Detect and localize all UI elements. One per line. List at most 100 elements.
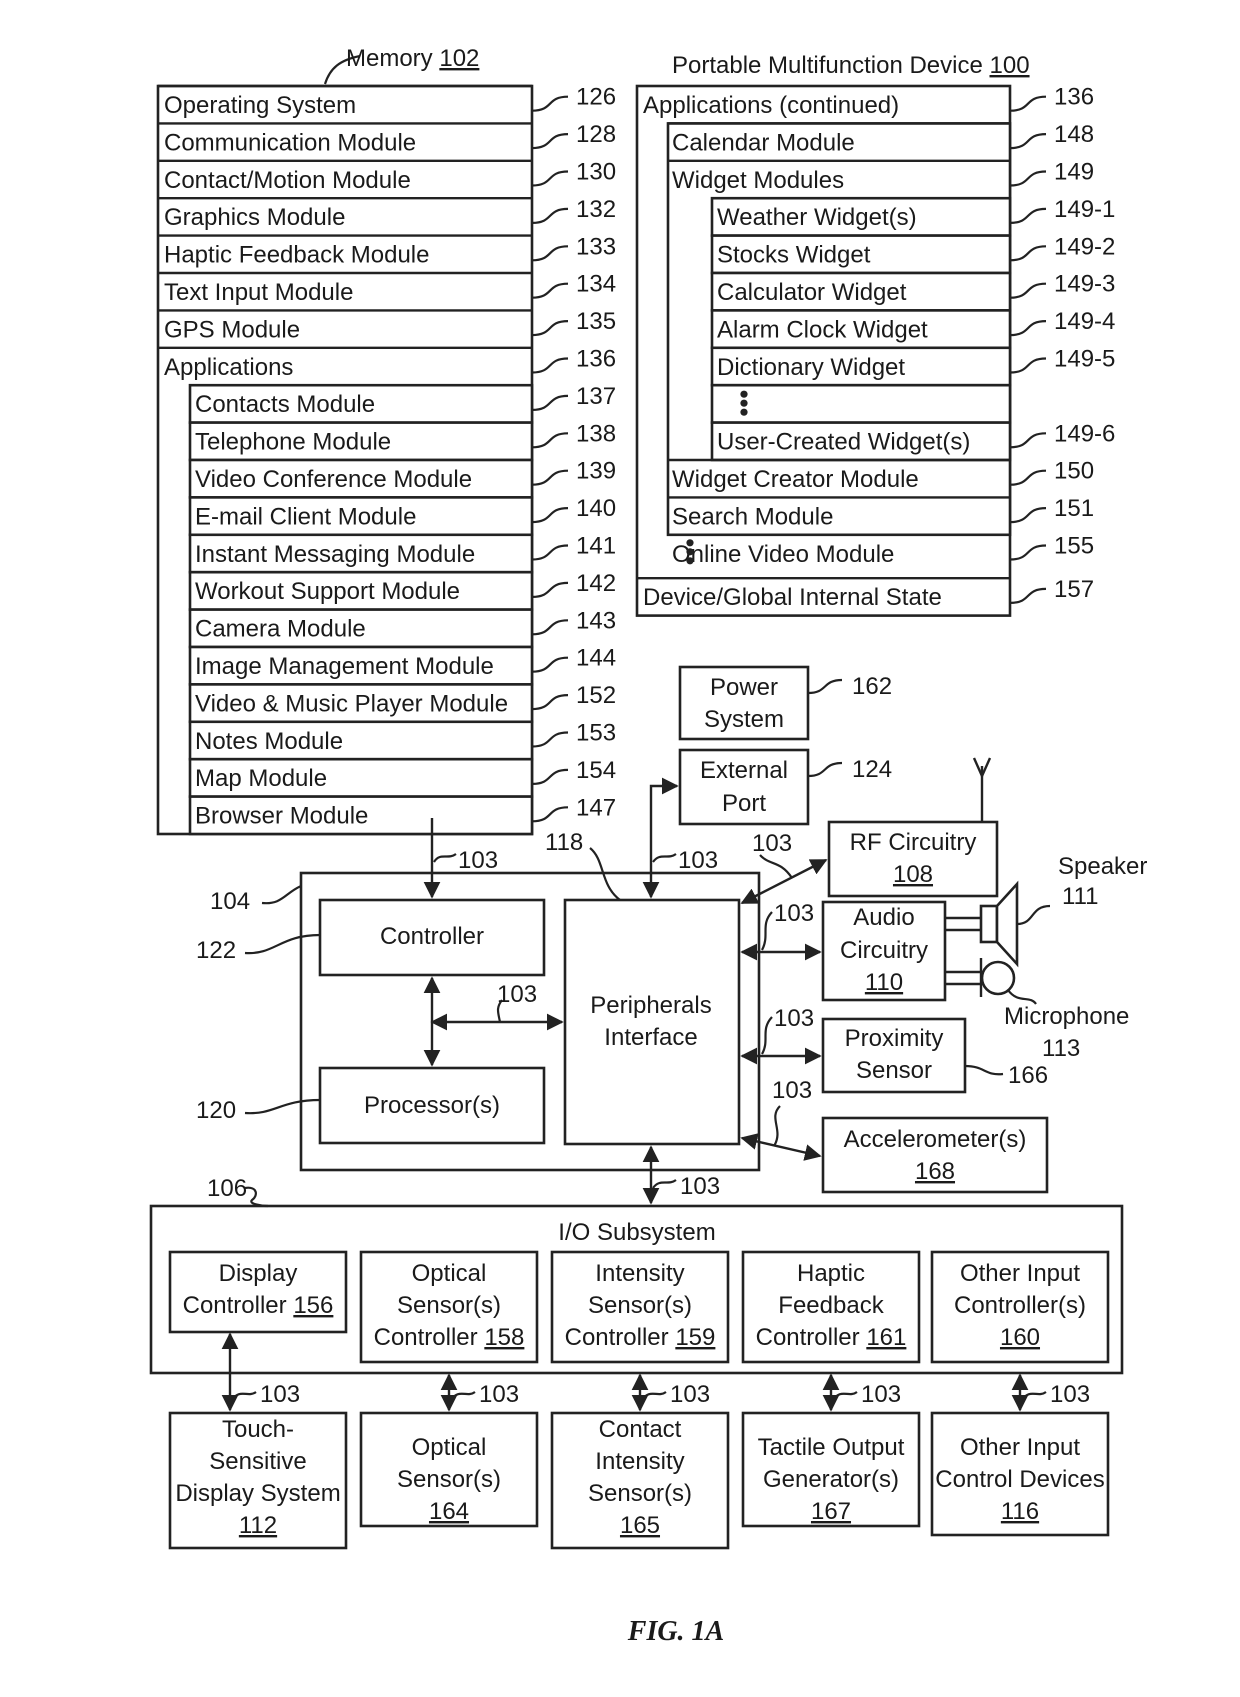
power-label-1: Power — [710, 674, 778, 701]
speaker-ref: 111 — [1062, 883, 1098, 910]
leader-line — [1009, 544, 1047, 561]
bus-ref-accelerometer: 103 — [772, 1077, 812, 1104]
memory-rows: Operating System 126 Communication Module 1… — [156, 84, 616, 836]
io-device-num: 165 — [620, 1512, 660, 1539]
microphone-ref: 113 — [1042, 1035, 1080, 1062]
accelerometer-label: Accelerometer(s) — [844, 1126, 1027, 1153]
device-module-ref: 150 — [1054, 458, 1094, 485]
io-controller-label: Display — [219, 1260, 298, 1287]
bus-ref-proximity: 103 — [774, 1005, 814, 1032]
proximity-label-2: Sensor — [856, 1057, 932, 1084]
controller-ref: 122 — [196, 937, 236, 964]
device-block: Portable Multifunction Device 100 Applic… — [635, 52, 1115, 617]
io-device-label: Generator(s) — [763, 1466, 899, 1493]
chip-ref: 104 — [210, 888, 250, 915]
leader-line — [1009, 207, 1047, 224]
processor-ref: 120 — [196, 1097, 236, 1124]
bus-ref-port: 103 — [678, 847, 718, 874]
app-module-label: Camera Module — [195, 616, 366, 643]
io-device-num: 167 — [811, 1498, 851, 1525]
app-module-label: Workout Support Module — [195, 578, 460, 605]
io-device-label: Tactile Output — [758, 1434, 905, 1461]
app-module-ref: 141 — [576, 533, 616, 560]
apps-continued-ref: 136 — [1054, 84, 1094, 111]
io-device-label: Sensor(s) — [397, 1466, 501, 1493]
leader-line — [1009, 469, 1047, 486]
app-module-ref: 152 — [576, 682, 616, 709]
memory-row-ref: 132 — [576, 196, 616, 223]
power-ref: 162 — [852, 673, 892, 700]
app-module-ref: 147 — [576, 794, 616, 821]
io-device-num: 116 — [1001, 1498, 1039, 1525]
app-module-label: Video & Music Player Module — [195, 690, 508, 717]
app-module-label: Image Management Module — [195, 653, 494, 680]
app-module-ref: 144 — [576, 645, 616, 672]
rf-num: 108 — [893, 861, 933, 888]
device-module-ref: 149 — [1054, 159, 1094, 186]
leader-line — [1009, 282, 1047, 299]
app-module-label: Telephone Module — [195, 429, 391, 456]
leader-line — [531, 357, 569, 374]
ellipsis-dot — [740, 399, 748, 407]
widget-row — [710, 383, 1012, 424]
ellipsis-dot — [686, 548, 694, 556]
audio-num: 110 — [865, 969, 903, 996]
device-title: Portable Multifunction Device 100 — [672, 52, 1030, 79]
app-module-label: Notes Module — [195, 728, 343, 755]
io-ref: 106 — [207, 1175, 247, 1202]
widget-ref: 149-6 — [1054, 420, 1115, 447]
rf-label: RF Circuitry — [850, 829, 977, 856]
controller-label: Controller — [380, 923, 484, 950]
bus-ref: 103 — [479, 1381, 519, 1408]
io-controller-num: 160 — [1000, 1324, 1040, 1351]
leader-line — [1009, 245, 1047, 262]
io-device-label: Contact — [599, 1416, 682, 1443]
leader-line — [531, 656, 569, 673]
leader-line — [531, 731, 569, 748]
device-module-ref: 151 — [1054, 495, 1094, 522]
memory-row-ref: 130 — [576, 159, 616, 186]
proximity-ref: 166 — [1008, 1062, 1048, 1089]
leader-line — [531, 394, 569, 411]
audio-circuitry-box: Audio Circuitry 110 — [821, 900, 947, 1002]
audio-label-2: Circuitry — [840, 937, 928, 964]
leader-line — [531, 170, 569, 187]
leader-line — [1009, 95, 1047, 112]
leader-line — [1009, 507, 1047, 524]
bus-ref-memory: 103 — [458, 847, 498, 874]
memory-row-ref: 126 — [576, 84, 616, 111]
leader-line — [531, 320, 569, 337]
memory-row-ref: 134 — [576, 271, 616, 298]
leader-line — [531, 282, 569, 299]
device-module-ref: 148 — [1054, 121, 1094, 148]
processor-label: Processor(s) — [364, 1092, 500, 1119]
bus-ref-io: 103 — [680, 1173, 720, 1200]
device-module-label: Widget Modules — [672, 167, 844, 194]
io-controller-label: Controller 158 — [374, 1324, 525, 1351]
io-title: I/O Subsystem — [558, 1219, 715, 1246]
memory-block: Memory 102 Operating System 126 Communicat… — [156, 45, 616, 836]
io-device-label: Intensity — [595, 1448, 684, 1475]
widget-ref: 149-5 — [1054, 346, 1115, 373]
app-module-ref: 138 — [576, 420, 616, 447]
chip-block: 104 Controller 122 Processor(s) 120 Peri… — [196, 829, 761, 1172]
external-port-box: External Port 124 — [678, 748, 892, 826]
io-controller-label: Haptic — [797, 1260, 865, 1287]
external-port-ref: 124 — [852, 756, 892, 783]
bus-ref: 103 — [861, 1381, 901, 1408]
accelerometer-box: Accelerometer(s) 168 — [821, 1116, 1049, 1194]
widget-ref: 149-2 — [1054, 233, 1115, 260]
widget-label: Calculator Widget — [717, 279, 907, 306]
leader-line — [531, 469, 569, 486]
widget-ref: 149-1 — [1054, 196, 1115, 223]
peripherals-interface-box — [563, 898, 741, 1146]
memory-row-ref: 128 — [576, 121, 616, 148]
accelerometer-num: 168 — [915, 1158, 955, 1185]
bus-ref: 103 — [670, 1381, 710, 1408]
io-device-label: Sensor(s) — [588, 1480, 692, 1507]
io-controller-label: Controller(s) — [954, 1292, 1086, 1319]
app-module-label: Browser Module — [195, 803, 368, 830]
io-device-label: Touch- — [222, 1416, 294, 1443]
leader-line — [531, 694, 569, 711]
bus-ref: 103 — [260, 1381, 300, 1408]
